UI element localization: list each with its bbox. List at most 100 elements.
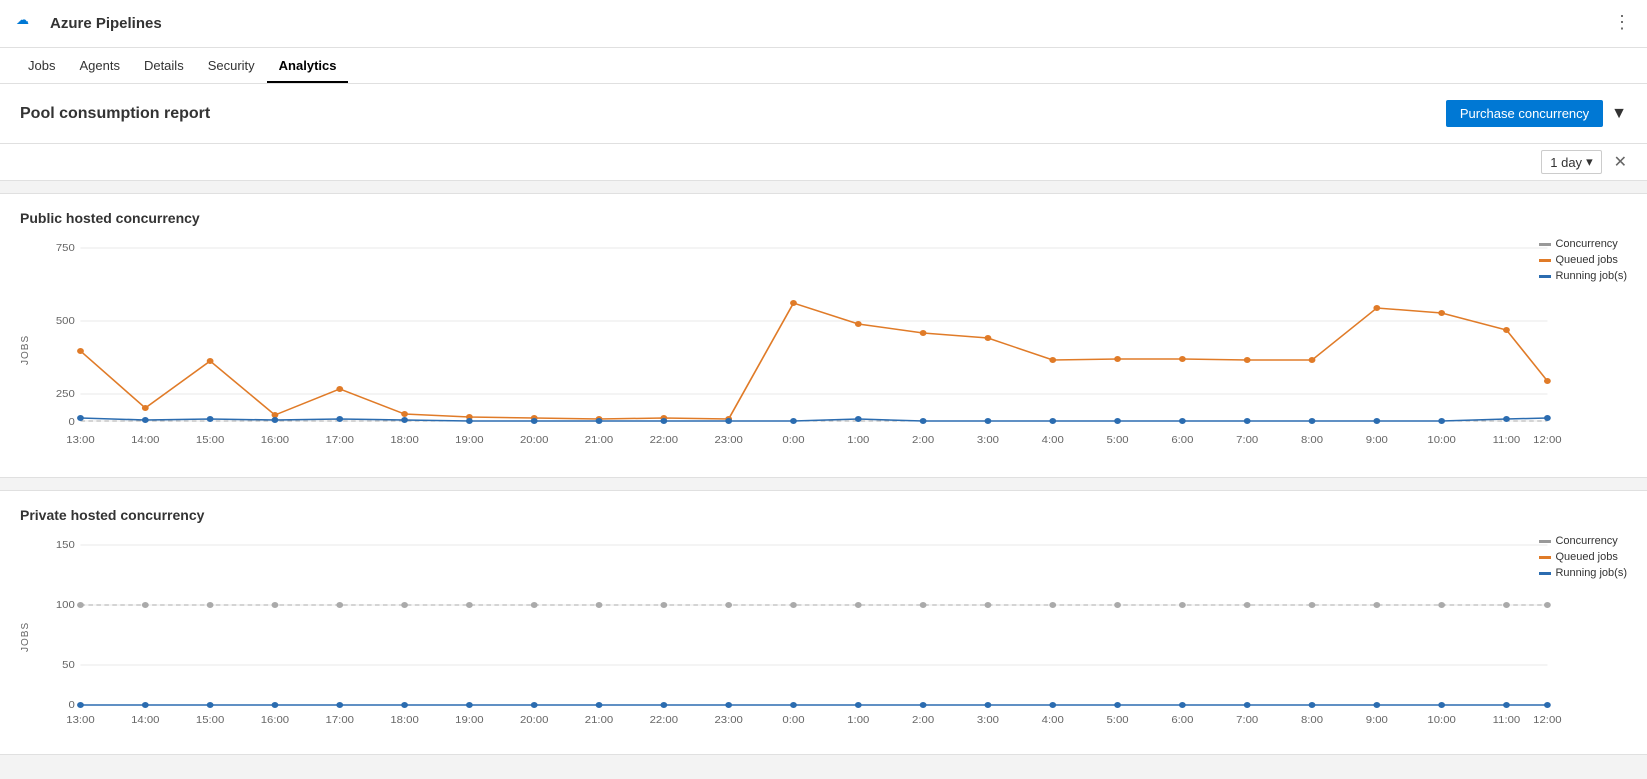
- page-header: Pool consumption report Purchase concurr…: [0, 84, 1647, 144]
- svg-text:7:00: 7:00: [1236, 435, 1258, 446]
- svg-text:16:00: 16:00: [261, 435, 289, 446]
- svg-text:15:00: 15:00: [196, 715, 224, 726]
- public-chart-wrapper: 750 500 250 0 13:00 14:00 15:00 16:00 17…: [35, 238, 1627, 461]
- svg-text:500: 500: [56, 316, 75, 327]
- running-color: [1539, 275, 1551, 278]
- public-chart-svg: 750 500 250 0 13:00 14:00 15:00 16:00 17…: [35, 238, 1627, 458]
- svg-text:21:00: 21:00: [585, 435, 613, 446]
- svg-text:14:00: 14:00: [131, 715, 159, 726]
- svg-text:16:00: 16:00: [261, 715, 289, 726]
- svg-text:250: 250: [56, 389, 75, 400]
- svg-text:3:00: 3:00: [977, 435, 999, 446]
- svg-text:0: 0: [68, 700, 74, 711]
- svg-text:1:00: 1:00: [847, 715, 869, 726]
- chevron-down-icon: ▾: [1586, 154, 1593, 170]
- legend-running-private: Running job(s): [1539, 567, 1627, 579]
- private-y-axis-label: JOBS: [20, 535, 31, 738]
- svg-text:750: 750: [56, 243, 75, 254]
- nav-agents[interactable]: Agents: [67, 48, 131, 83]
- svg-text:100: 100: [56, 600, 75, 611]
- private-chart-legend: Concurrency Queued jobs Running job(s): [1539, 535, 1627, 579]
- svg-text:50: 50: [62, 660, 75, 671]
- svg-text:4:00: 4:00: [1042, 435, 1064, 446]
- nav-analytics[interactable]: Analytics: [267, 48, 349, 83]
- svg-text:19:00: 19:00: [455, 715, 483, 726]
- svg-text:15:00: 15:00: [196, 435, 224, 446]
- public-chart-legend: Concurrency Queued jobs Running job(s): [1539, 238, 1627, 282]
- svg-text:0: 0: [68, 417, 74, 428]
- filter-bar: 1 day ▾ ✕: [0, 144, 1647, 181]
- day-selector[interactable]: 1 day ▾: [1541, 150, 1601, 174]
- svg-text:18:00: 18:00: [390, 435, 418, 446]
- page-title: Pool consumption report: [20, 105, 210, 123]
- purchase-concurrency-button[interactable]: Purchase concurrency: [1446, 100, 1603, 127]
- nav-jobs[interactable]: Jobs: [16, 48, 67, 83]
- navigation: Jobs Agents Details Security Analytics: [0, 48, 1647, 84]
- public-y-axis-label: JOBS: [20, 238, 31, 461]
- svg-text:23:00: 23:00: [714, 715, 742, 726]
- queued-color: [1539, 259, 1551, 262]
- svg-text:11:00: 11:00: [1493, 715, 1521, 726]
- svg-text:13:00: 13:00: [66, 715, 94, 726]
- private-chart-section: Private hosted concurrency JOBS 150 100 …: [0, 490, 1647, 755]
- header-actions: Purchase concurrency ▼: [1446, 100, 1627, 127]
- public-chart-section: Public hosted concurrency JOBS 750 500 2…: [0, 193, 1647, 478]
- svg-text:13:00: 13:00: [66, 435, 94, 446]
- svg-text:14:00: 14:00: [131, 435, 159, 446]
- svg-text:21:00: 21:00: [585, 715, 613, 726]
- running-color-p: [1539, 572, 1551, 575]
- legend-queued: Queued jobs: [1539, 254, 1627, 266]
- svg-text:1:00: 1:00: [847, 435, 869, 446]
- charts-container: Public hosted concurrency JOBS 750 500 2…: [0, 181, 1647, 779]
- cloud-icon: ☁: [16, 12, 40, 36]
- concurrency-color: [1539, 243, 1551, 246]
- svg-text:2:00: 2:00: [912, 435, 934, 446]
- svg-text:8:00: 8:00: [1301, 435, 1323, 446]
- svg-text:7:00: 7:00: [1236, 715, 1258, 726]
- svg-text:12:00: 12:00: [1533, 435, 1561, 446]
- svg-text:9:00: 9:00: [1366, 715, 1388, 726]
- more-options-icon[interactable]: ⋮: [1613, 12, 1631, 33]
- svg-text:9:00: 9:00: [1366, 435, 1388, 446]
- svg-text:3:00: 3:00: [977, 715, 999, 726]
- private-chart-area: JOBS 150 100 50 0 13:00 14:00 15:00: [20, 535, 1627, 738]
- svg-text:150: 150: [56, 540, 75, 551]
- svg-text:6:00: 6:00: [1171, 435, 1193, 446]
- svg-text:0:00: 0:00: [782, 435, 804, 446]
- legend-concurrency-private: Concurrency: [1539, 535, 1627, 547]
- app-title: Azure Pipelines: [50, 15, 162, 32]
- app-header: ☁ Azure Pipelines ⋮: [0, 0, 1647, 48]
- svg-text:6:00: 6:00: [1171, 715, 1193, 726]
- svg-text:17:00: 17:00: [326, 435, 354, 446]
- svg-text:17:00: 17:00: [326, 715, 354, 726]
- queued-color-p: [1539, 556, 1551, 559]
- svg-text:23:00: 23:00: [714, 435, 742, 446]
- legend-queued-private: Queued jobs: [1539, 551, 1627, 563]
- svg-text:20:00: 20:00: [520, 715, 548, 726]
- svg-text:12:00: 12:00: [1533, 715, 1561, 726]
- svg-text:10:00: 10:00: [1427, 435, 1455, 446]
- public-chart-title: Public hosted concurrency: [20, 210, 1627, 226]
- svg-text:20:00: 20:00: [520, 435, 548, 446]
- concurrency-color-p: [1539, 540, 1551, 543]
- nav-security[interactable]: Security: [196, 48, 267, 83]
- legend-running: Running job(s): [1539, 270, 1627, 282]
- svg-text:5:00: 5:00: [1107, 435, 1129, 446]
- filter-icon[interactable]: ▼: [1611, 105, 1627, 123]
- svg-text:22:00: 22:00: [650, 715, 678, 726]
- svg-text:8:00: 8:00: [1301, 715, 1323, 726]
- svg-text:2:00: 2:00: [912, 715, 934, 726]
- svg-text:18:00: 18:00: [390, 715, 418, 726]
- svg-text:5:00: 5:00: [1107, 715, 1129, 726]
- svg-text:19:00: 19:00: [455, 435, 483, 446]
- public-chart-area: JOBS 750 500 250 0 13:00 14:00 15:0: [20, 238, 1627, 461]
- private-chart-wrapper: 150 100 50 0 13:00 14:00 15:00 16:00 17:…: [35, 535, 1627, 738]
- close-filter-button[interactable]: ✕: [1614, 152, 1627, 172]
- nav-details[interactable]: Details: [132, 48, 196, 83]
- legend-concurrency: Concurrency: [1539, 238, 1627, 250]
- private-chart-title: Private hosted concurrency: [20, 507, 1627, 523]
- svg-text:0:00: 0:00: [782, 715, 804, 726]
- svg-text:10:00: 10:00: [1427, 715, 1455, 726]
- private-chart-svg: 150 100 50 0 13:00 14:00 15:00 16:00 17:…: [35, 535, 1627, 735]
- svg-text:11:00: 11:00: [1493, 435, 1521, 446]
